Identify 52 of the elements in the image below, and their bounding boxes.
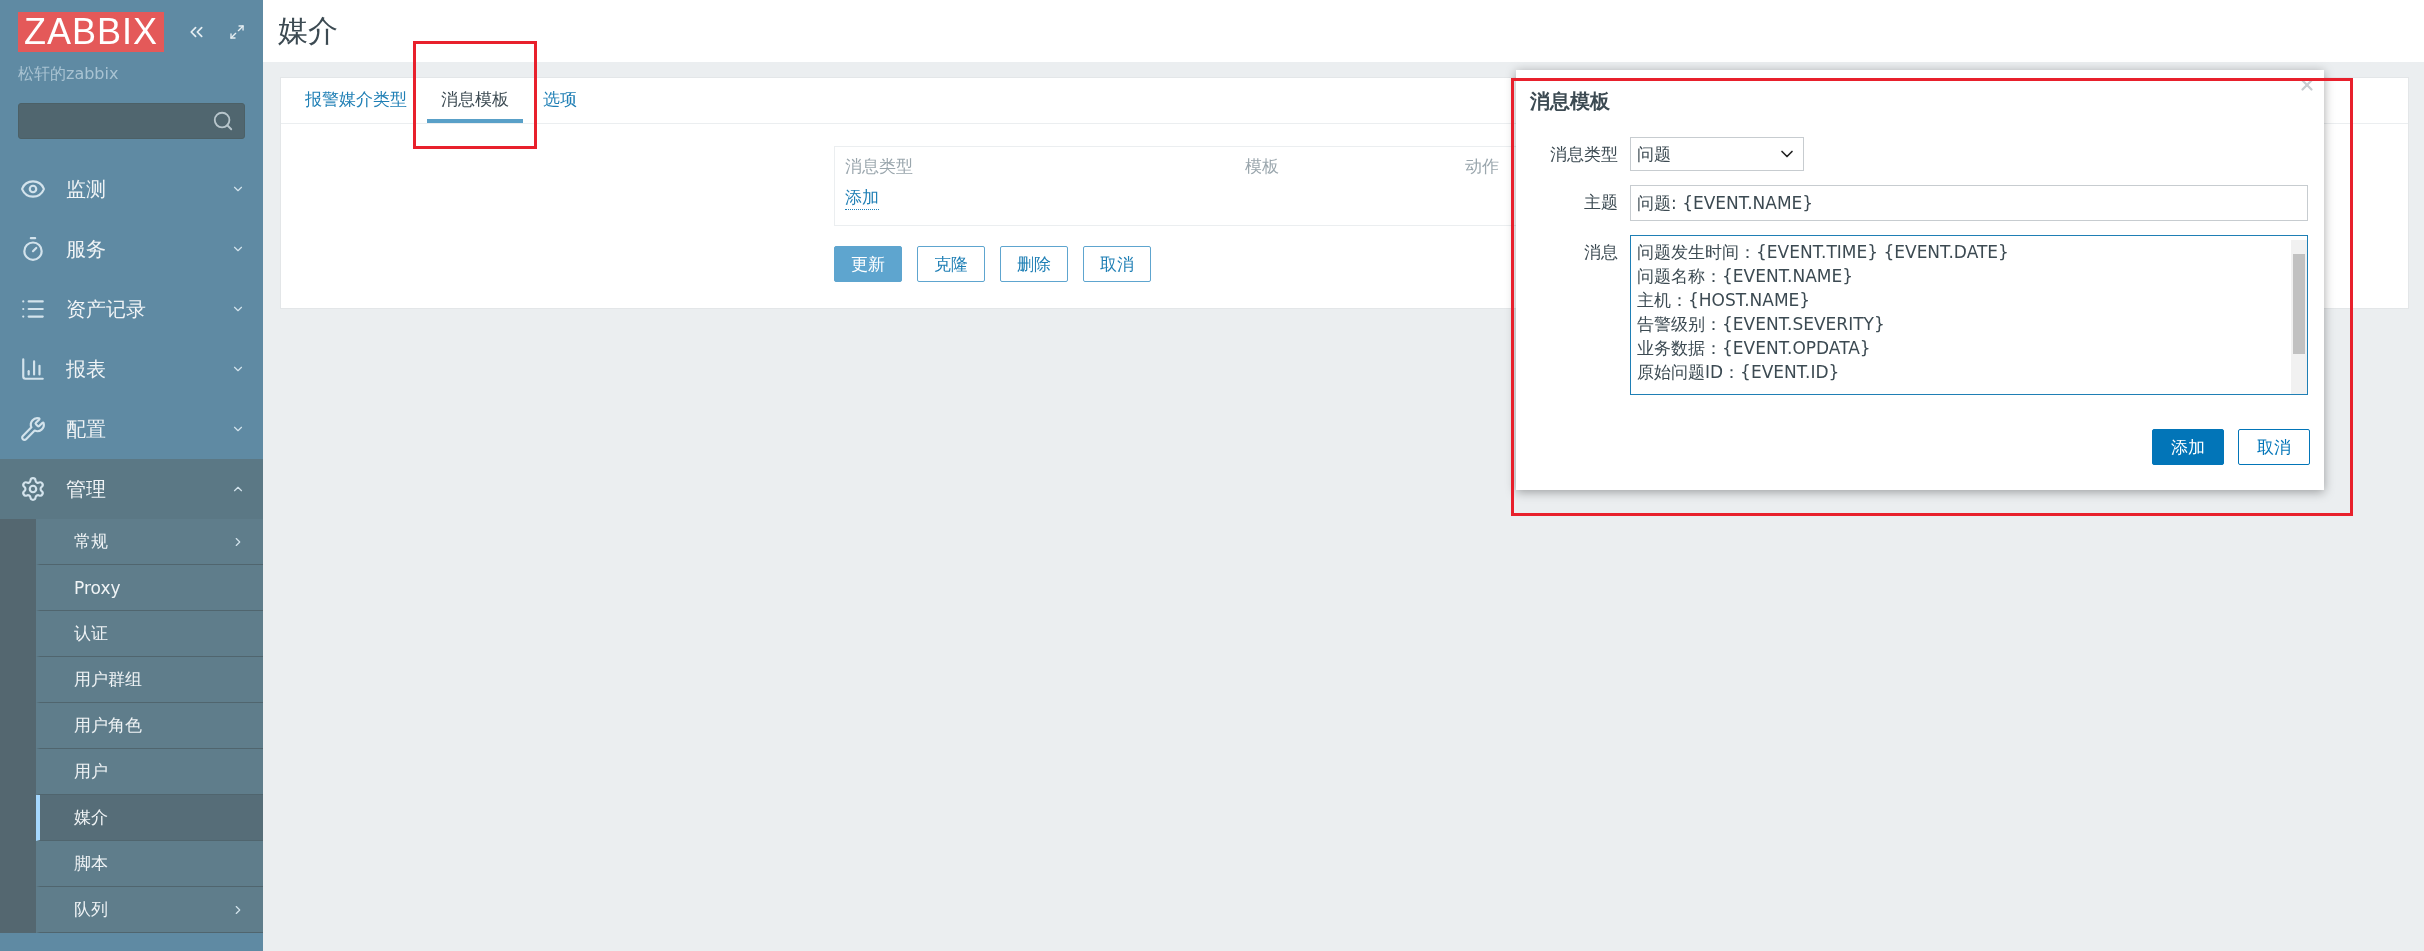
text-line: 问题名称：{EVENT.NAME}	[1637, 265, 1854, 288]
form-button[interactable]: 取消	[1083, 246, 1151, 282]
submenu-item[interactable]: Proxy	[36, 565, 263, 611]
menu-item[interactable]: 报表	[0, 339, 263, 399]
dialog-title: 消息模板	[1530, 88, 1611, 115]
tab[interactable]: 报警媒介类型	[291, 78, 421, 123]
stopwatch-icon	[20, 236, 46, 262]
bar-chart-icon	[20, 356, 46, 382]
dialog-button[interactable]: 取消	[2238, 429, 2310, 465]
tab[interactable]: 消息模板	[427, 78, 523, 123]
wrench-icon	[20, 416, 46, 442]
menu-item[interactable]: 配置	[0, 399, 263, 459]
submenu-item[interactable]: 用户角色	[36, 703, 263, 749]
submenu-item[interactable]: 脚本	[36, 841, 263, 887]
input-field[interactable]: 问题: {EVENT.NAME}	[1630, 185, 2308, 221]
text-line: 主机：{HOST.NAME}	[1637, 289, 1812, 312]
server-name: 松轩的zabbix	[17, 63, 120, 85]
text-line: 原始问题ID：{EVENT.ID}	[1637, 361, 1841, 384]
dialog-button[interactable]: 添加	[2152, 429, 2224, 465]
field-label: 消息类型	[1549, 143, 1618, 166]
submenu-item[interactable]: 认证	[36, 611, 263, 657]
submenu-item[interactable]: 队列	[36, 887, 263, 933]
column-header: 消息类型	[845, 155, 914, 178]
search-icon	[212, 110, 234, 132]
scrollbar[interactable]	[2291, 240, 2307, 394]
gear-icon	[20, 476, 46, 502]
form-button[interactable]: 克隆	[917, 246, 985, 282]
text-line: 业务数据：{EVENT.OPDATA}	[1637, 337, 1872, 360]
form-button[interactable]: 删除	[1000, 246, 1068, 282]
menu-item[interactable]: 管理	[0, 459, 263, 519]
menu-item[interactable]: 服务	[0, 219, 263, 279]
message-textarea[interactable]: 问题发生时间：{EVENT.TIME} {EVENT.DATE} 问题名称：{EVENT.NAME} 主机：{HOST.NAME} 告警级别：{EVENT.SEVERITY} 业务数据：{EVENT.OPDATA} 原始问题ID：{EVENT.ID}	[1630, 235, 2308, 395]
submenu-item[interactable]: 媒介	[36, 795, 263, 841]
submenu-item[interactable]: 常规	[36, 519, 263, 565]
logo[interactable]: ZABBIX	[18, 12, 165, 52]
field-label: 主题	[1583, 191, 1618, 214]
form-button[interactable]: 更新	[834, 246, 902, 282]
add-link[interactable]: 添加	[845, 186, 879, 210]
field-label: 消息	[1583, 241, 1618, 264]
column-header: 动作	[1465, 155, 1500, 178]
tab[interactable]: 选项	[529, 78, 591, 123]
submenu-item[interactable]: 用户群组	[36, 657, 263, 703]
expand-icon[interactable]	[228, 22, 245, 42]
menu-item[interactable]: 资产记录	[0, 279, 263, 339]
text-line: 问题发生时间：{EVENT.TIME} {EVENT.DATE}	[1637, 241, 2010, 264]
text-line: 告警级别：{EVENT.SEVERITY}	[1637, 313, 1886, 336]
column-header: 模板	[1245, 155, 1280, 178]
submenu-item[interactable]: 用户	[36, 749, 263, 795]
select-field[interactable]: 问题	[1630, 137, 1804, 171]
search-field[interactable]	[18, 103, 245, 139]
page-title: 媒介	[278, 11, 338, 50]
menu-item[interactable]: 监测	[0, 159, 263, 219]
